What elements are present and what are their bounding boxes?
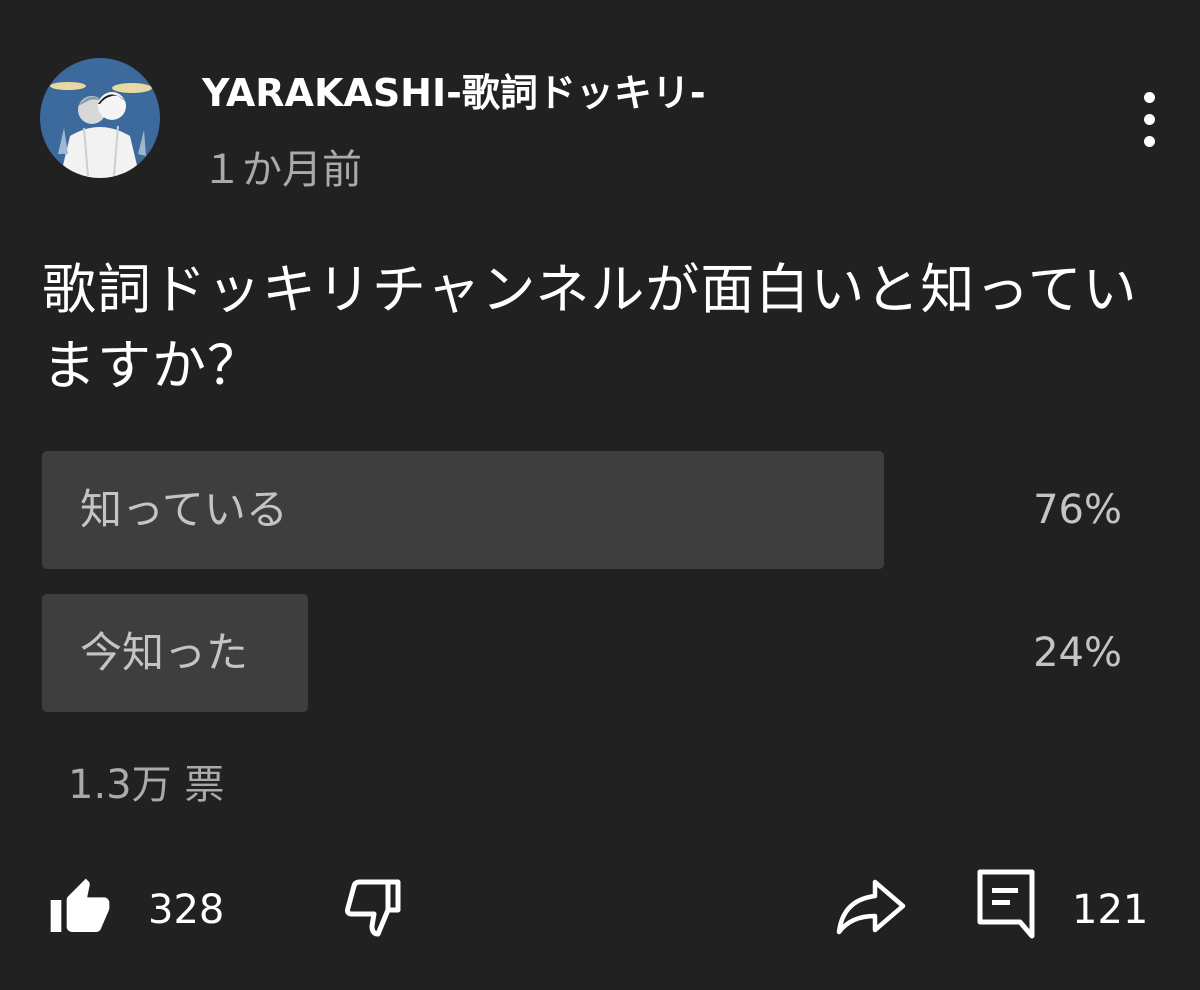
comment-count: 121 [1072,887,1149,933]
thumbs-up-icon[interactable] [48,876,112,940]
thumbs-down-icon[interactable] [342,878,408,938]
poll-option-label: 今知った [80,628,249,677]
menu-dot [1144,136,1155,147]
share-icon[interactable] [835,876,907,936]
menu-dot [1144,114,1155,125]
more-vertical-icon[interactable] [1128,92,1172,148]
poll-option-label: 知っている [80,485,288,534]
poll-option-percent: 24% [1033,630,1122,676]
poll-option-1[interactable]: 知っている 76% [42,451,1122,569]
community-post: YARAKASHI-歌詞ドッキリ- １か月前 歌詞ドッキリチャンネルが面白いと知… [0,0,1200,990]
vote-count: 1.3万 票 [68,762,225,808]
channel-avatar[interactable] [40,58,160,178]
menu-dot [1144,92,1155,103]
like-count: 328 [148,887,225,933]
poll-option-percent: 76% [1033,487,1122,533]
avatar-illustration [40,58,160,178]
poll-question: 歌詞ドッキリチャンネルが面白いと知っていますか？ [42,258,1138,397]
poll-option-2[interactable]: 今知った 24% [42,594,1122,712]
channel-name[interactable]: YARAKASHI-歌詞ドッキリ- [202,62,706,117]
comment-icon[interactable] [976,868,1036,940]
post-timestamp: １か月前 [202,147,362,193]
